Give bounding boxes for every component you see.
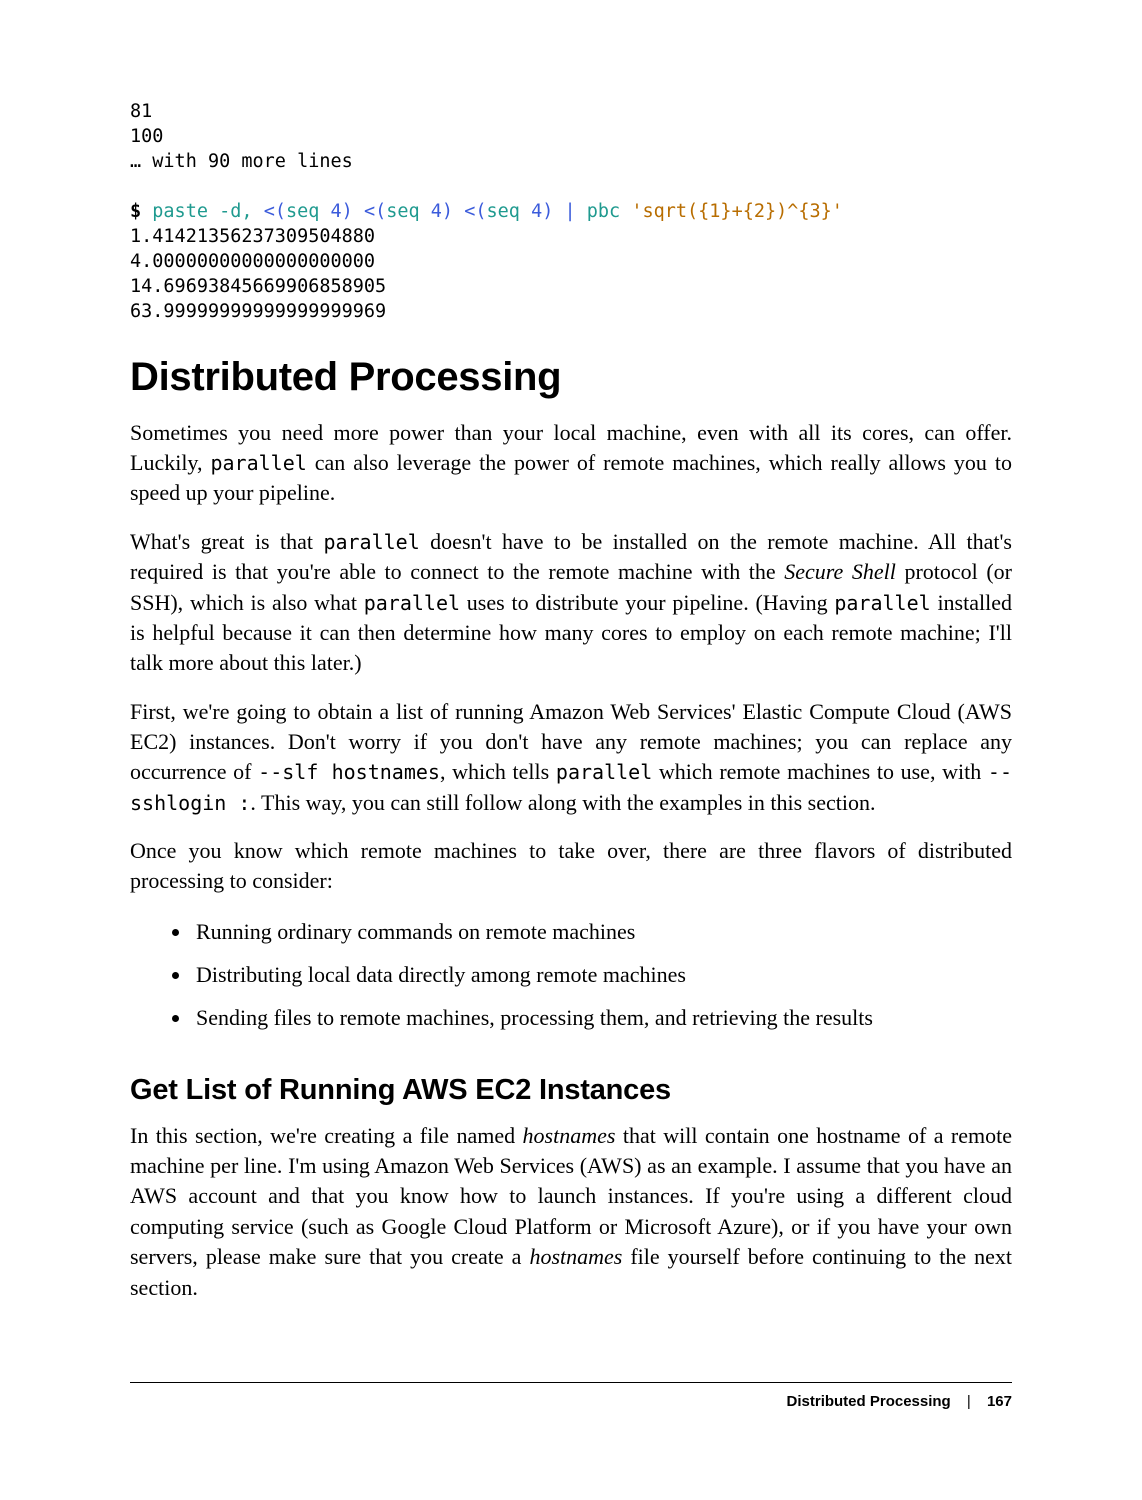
- footer-separator: |: [967, 1393, 971, 1410]
- inline-code: parallel: [556, 760, 652, 784]
- page-footer: Distributed Processing | 167: [130, 1382, 1012, 1410]
- cmd-seq: seq: [487, 201, 520, 222]
- bullet-list: Running ordinary commands on remote mach…: [130, 915, 1012, 1034]
- list-item: Sending files to remote machines, proces…: [192, 1001, 1012, 1034]
- code-line: 100: [130, 126, 163, 147]
- body-paragraph: What's great is that parallel doesn't ha…: [130, 527, 1012, 679]
- cmd-seq: seq: [386, 201, 419, 222]
- inline-code: parallel: [364, 591, 460, 615]
- subsection-heading: Get List of Running AWS EC2 Instances: [130, 1074, 1012, 1107]
- footer-title: Distributed Processing: [787, 1393, 951, 1410]
- text: , which tells: [440, 759, 556, 784]
- cmd-seq: seq: [286, 201, 319, 222]
- cmd-string: 'sqrt({1}+{2})^{3}': [631, 201, 843, 222]
- code-output: 1.41421356237309504880: [130, 226, 375, 247]
- footer-page-number: 167: [987, 1393, 1012, 1410]
- text: In this section, we're creating a file n…: [130, 1123, 523, 1148]
- body-paragraph: Once you know which remote machines to t…: [130, 836, 1012, 897]
- cmd-subshell-open: <(: [464, 201, 486, 222]
- inline-code: parallel: [323, 530, 419, 554]
- body-paragraph: First, we're going to obtain a list of r…: [130, 697, 1012, 818]
- cmd-arg: 4): [331, 201, 353, 222]
- text: uses to distribute your pipeline. (Havin…: [460, 590, 834, 615]
- emphasis: Secure Shell: [784, 559, 896, 584]
- text: which remote machines to use, with: [652, 759, 988, 784]
- emphasis: hostnames: [529, 1244, 622, 1269]
- cmd-subshell-open: <(: [264, 201, 286, 222]
- section-heading: Distributed Processing: [130, 355, 1012, 400]
- cmd-opt-d: -d,: [219, 201, 252, 222]
- cmd-subshell-open: <(: [364, 201, 386, 222]
- cmd-paste: paste: [152, 201, 208, 222]
- code-output: 63.99999999999999999969: [130, 301, 386, 322]
- list-item: Distributing local data directly among r…: [192, 958, 1012, 991]
- cmd-pbc: pbc: [587, 201, 620, 222]
- inline-code: --slf hostnames: [258, 760, 440, 784]
- code-output: 4.00000000000000000000: [130, 251, 375, 272]
- inline-code: parallel: [834, 591, 930, 615]
- code-line: 81: [130, 101, 152, 122]
- shell-prompt: $: [130, 201, 141, 222]
- text: . This way, you can still follow along w…: [250, 790, 875, 815]
- page: 81 100 … with 90 more lines $ paste -d, …: [0, 0, 1142, 1500]
- inline-code: parallel: [210, 451, 306, 475]
- text: What's great is that: [130, 529, 323, 554]
- body-paragraph: In this section, we're creating a file n…: [130, 1121, 1012, 1303]
- cmd-pipe: |: [564, 201, 575, 222]
- body-paragraph: Sometimes you need more power than your …: [130, 418, 1012, 509]
- list-item: Running ordinary commands on remote mach…: [192, 915, 1012, 948]
- cmd-arg: 4): [531, 201, 553, 222]
- code-block-top: 81 100 … with 90 more lines $ paste -d, …: [130, 100, 1012, 325]
- emphasis: hostnames: [523, 1123, 616, 1148]
- cmd-arg: 4): [431, 201, 453, 222]
- code-line: … with 90 more lines: [130, 151, 353, 172]
- code-output: 14.69693845669906858905: [130, 276, 386, 297]
